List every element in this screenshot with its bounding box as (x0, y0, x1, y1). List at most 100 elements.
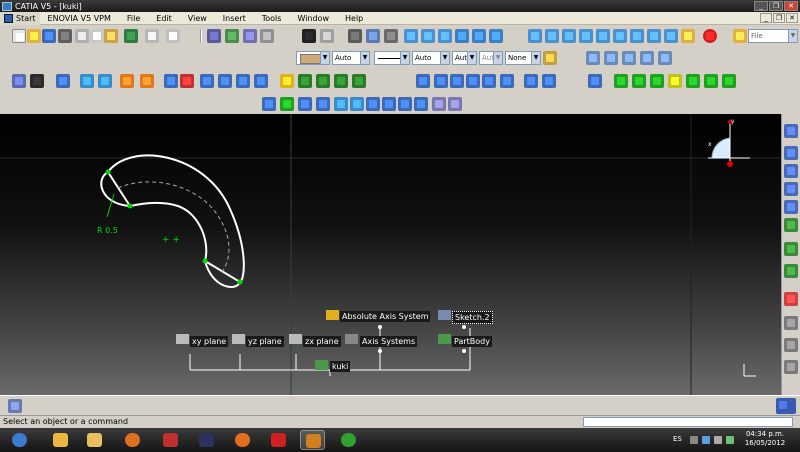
sketch-three-point-arc-icon[interactable] (784, 164, 798, 178)
menu-tools[interactable]: Tools (254, 14, 290, 23)
tree-item-root-kuki[interactable]: kuki (330, 361, 351, 372)
menu-start[interactable]: Start (0, 11, 40, 25)
shell-icon[interactable] (218, 74, 232, 88)
sketch-corner-tool-icon[interactable] (784, 200, 798, 214)
pattern-icon[interactable] (482, 74, 496, 88)
sketch-arc-tool-icon[interactable] (784, 146, 798, 160)
sketch-spline-tool-icon[interactable] (784, 182, 798, 196)
normal-view-icon[interactable] (704, 74, 718, 88)
tray-arrow-icon[interactable] (690, 436, 698, 444)
fly-mode-icon[interactable] (262, 97, 276, 111)
taskbar-firefox[interactable] (120, 430, 145, 450)
radius-dimension-label[interactable]: R 0.5 (95, 225, 120, 236)
taskbar-clock[interactable]: 04:34 p.m. 16/05/2012 (740, 430, 790, 448)
command-input[interactable] (583, 417, 793, 427)
sketch-visualization-icon[interactable] (784, 338, 798, 352)
axis-icon[interactable] (613, 29, 627, 43)
dimensional-icon[interactable] (421, 29, 435, 43)
line-icon[interactable] (596, 29, 610, 43)
split-icon[interactable] (524, 74, 538, 88)
measure-icon[interactable] (604, 51, 618, 65)
normal-view2-icon[interactable] (366, 97, 380, 111)
rotate-view-icon[interactable] (650, 74, 664, 88)
tools-icon[interactable] (260, 29, 274, 43)
menu-help[interactable]: Help (337, 14, 371, 23)
tree-item-sketch[interactable]: Sketch.2 (452, 311, 493, 324)
color-swatch-combo[interactable]: ▼ (296, 51, 330, 65)
workbench-switch-icon[interactable] (8, 399, 22, 413)
taskbar-acrobat[interactable] (266, 430, 291, 450)
exit-workbench-icon[interactable] (703, 29, 717, 43)
restore-button[interactable]: ❐ (769, 1, 783, 11)
undo-icon[interactable] (124, 29, 138, 43)
cut-icon[interactable] (75, 29, 89, 43)
geometric-icon[interactable] (438, 29, 452, 43)
doc-close-button[interactable]: ✕ (786, 13, 798, 23)
catalog-icon[interactable] (243, 29, 257, 43)
menu-edit[interactable]: Edit (148, 14, 180, 23)
trim-icon[interactable] (664, 29, 678, 43)
print-icon[interactable] (58, 29, 72, 43)
sketch-cut-part-icon[interactable] (784, 360, 798, 374)
painter-icon[interactable] (543, 51, 557, 65)
tree-item-absolute-axis[interactable]: Absolute Axis System (340, 311, 431, 322)
snap-icon[interactable] (366, 29, 380, 43)
corner-icon[interactable] (647, 29, 661, 43)
select-icon[interactable] (681, 29, 695, 43)
table-icon[interactable] (225, 29, 239, 43)
zoom-out2-icon[interactable] (350, 97, 364, 111)
symmetry-icon[interactable] (450, 74, 464, 88)
point-create-icon[interactable] (280, 74, 294, 88)
pan-icon[interactable] (632, 74, 646, 88)
constraint-icon[interactable] (404, 29, 418, 43)
sketch-offset-tool-icon[interactable] (784, 218, 798, 232)
rendering-combo[interactable]: Aut ▼ (479, 51, 503, 65)
draft-icon[interactable] (200, 74, 214, 88)
translate-icon[interactable] (416, 74, 430, 88)
rotate-icon[interactable] (434, 74, 448, 88)
tray-language[interactable]: ES (673, 435, 682, 443)
pan-view-icon[interactable] (298, 97, 312, 111)
transparency-combo[interactable]: Auto ▼ (332, 51, 370, 65)
catia-app-icon[interactable] (2, 1, 12, 11)
file-folder-icon[interactable] (733, 29, 747, 43)
sketch-profile-tool-icon[interactable] (784, 124, 798, 138)
line-create-icon[interactable] (298, 74, 312, 88)
formula-icon[interactable] (302, 29, 316, 43)
sketch-analysis-icon[interactable] (784, 292, 798, 306)
tray-network-icon[interactable] (702, 436, 710, 444)
menu-window[interactable]: Window (289, 14, 337, 23)
taskbar-app-red[interactable] (158, 430, 183, 450)
close-button[interactable]: ✕ (784, 1, 798, 11)
tree-item-zx-plane[interactable]: zx plane (303, 336, 341, 347)
hole-icon[interactable] (120, 74, 134, 88)
whats-this-icon[interactable] (166, 29, 180, 43)
line-thickness-combo[interactable]: ▼ (374, 51, 410, 65)
analysis-icon[interactable] (658, 51, 672, 65)
hide-show-icon[interactable] (432, 97, 446, 111)
start-orb[interactable] (2, 430, 38, 450)
open-icon[interactable] (27, 29, 41, 43)
chamfer-icon[interactable] (180, 74, 194, 88)
pad-icon[interactable] (56, 74, 70, 88)
zoom-out-icon[interactable] (686, 74, 700, 88)
point-type-combo[interactable]: Aut ▼ (452, 51, 477, 65)
line-type-combo[interactable]: Auto ▼ (412, 51, 450, 65)
pocket-icon[interactable] (80, 74, 94, 88)
copy-icon[interactable] (90, 29, 104, 43)
taskbar-libraries[interactable] (82, 430, 107, 450)
shading-icon[interactable] (414, 97, 428, 111)
workbench-icon[interactable] (12, 74, 26, 88)
point-icon[interactable] (630, 29, 644, 43)
rib-icon[interactable] (140, 74, 154, 88)
tree-item-axis-systems[interactable]: Axis Systems (360, 336, 418, 347)
thickness-icon[interactable] (236, 74, 250, 88)
assemble-icon[interactable] (588, 74, 602, 88)
conic-icon[interactable] (562, 29, 576, 43)
circle-icon[interactable] (528, 29, 542, 43)
taskbar-firefox-2[interactable] (230, 430, 255, 450)
sketcher-icon[interactable] (207, 29, 221, 43)
redo-icon[interactable] (145, 29, 159, 43)
shaft-icon[interactable] (98, 74, 112, 88)
tree-item-yz-plane[interactable]: yz plane (246, 336, 284, 347)
